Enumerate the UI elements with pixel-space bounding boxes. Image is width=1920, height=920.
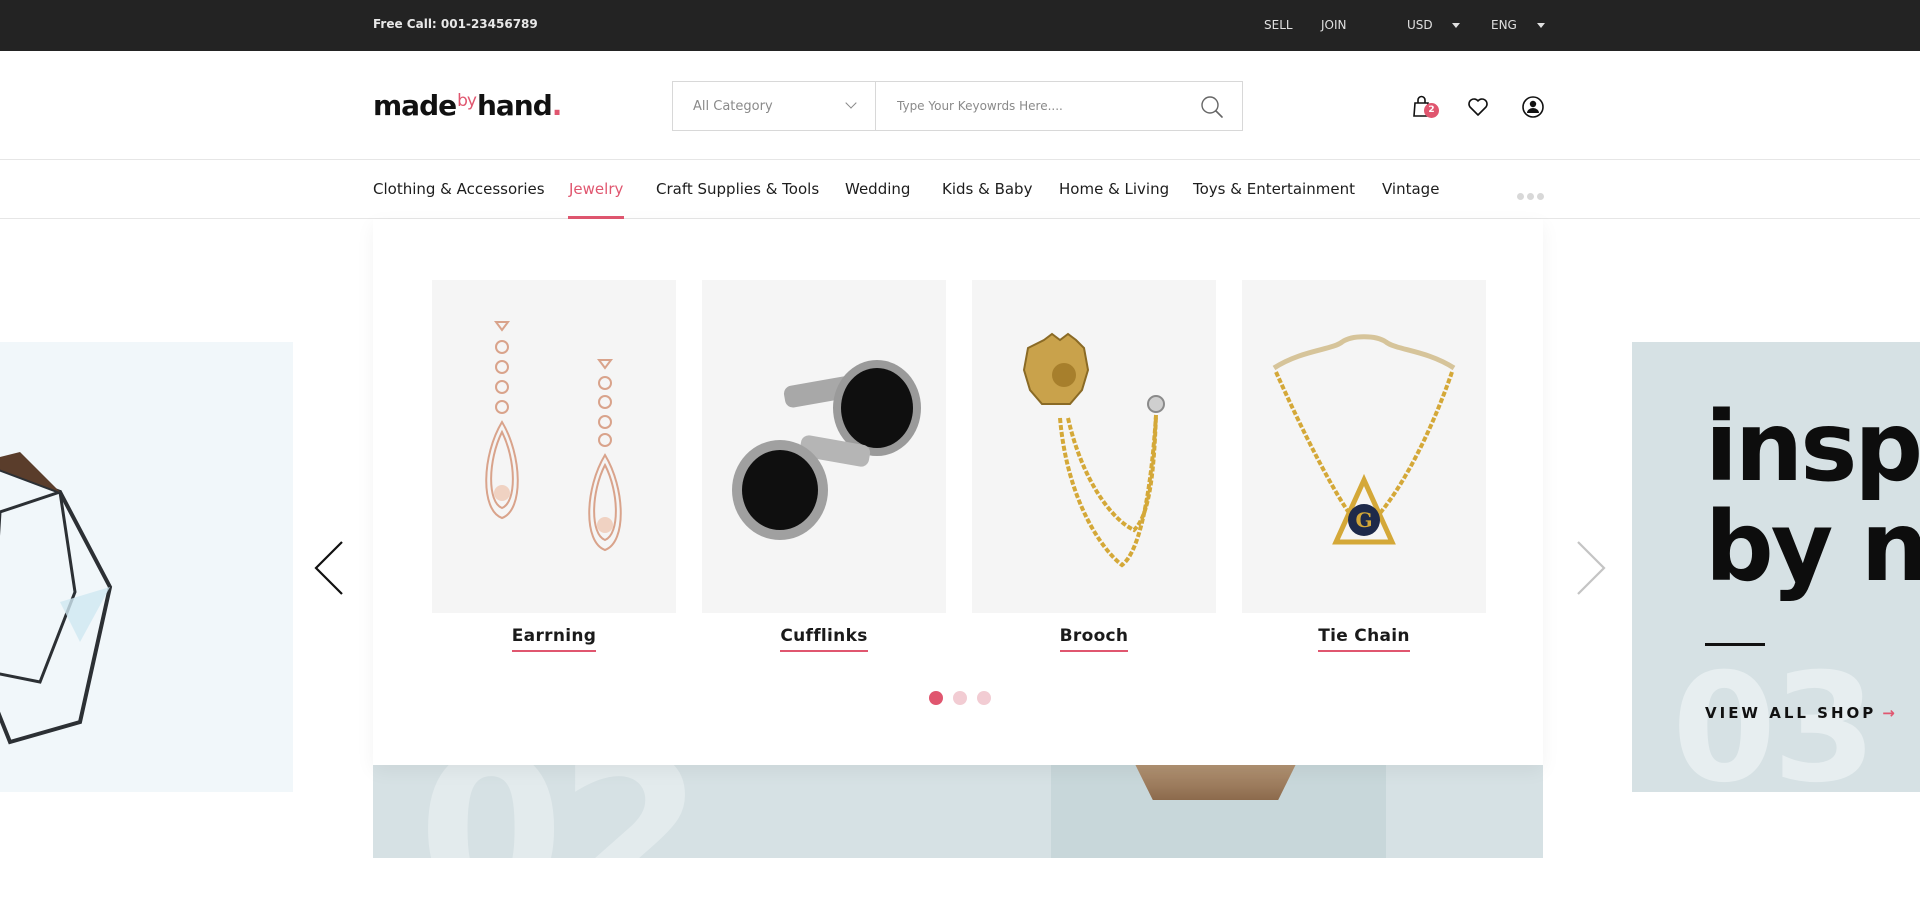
slide-number-02: 02 (418, 760, 704, 858)
category-card-label: Tie Chain (1318, 626, 1410, 652)
category-select[interactable]: All Category (673, 82, 876, 130)
slider-prev-arrow-icon[interactable] (310, 538, 350, 598)
chevron-down-icon (845, 97, 857, 109)
top-bar: Free Call: 001-23456789 SELL JOIN USD EN… (0, 0, 1920, 51)
slider-next-arrow-icon[interactable] (1570, 538, 1610, 598)
heart-icon[interactable] (1466, 95, 1490, 119)
language-selector[interactable]: ENG (1491, 18, 1545, 32)
logo-text-by: by (457, 91, 477, 111)
pager-dot[interactable] (953, 691, 967, 705)
logo-text-hand: hand (476, 89, 553, 122)
nav-item-clothing[interactable]: Clothing & Accessories (373, 180, 545, 198)
category-card-earring[interactable]: Earrning (432, 280, 676, 652)
search-bar: All Category (672, 81, 1243, 131)
view-all-shop-link[interactable]: VIEW ALL SHOP → (1705, 704, 1898, 722)
logo-dot: . (551, 89, 563, 122)
chevron-down-icon (1536, 23, 1545, 28)
terrarium-image (0, 452, 113, 745)
slide-headline-line1: inspi (1705, 391, 1920, 503)
language-label: ENG (1491, 18, 1517, 32)
nav-item-craft-supplies[interactable]: Craft Supplies & Tools (656, 180, 819, 198)
slide-headline: inspi by n (1705, 397, 1920, 597)
jewelry-mega-menu: Earrning Cufflinks Brooch G Tie Chain (373, 219, 1543, 765)
nav-item-wedding[interactable]: Wedding (845, 180, 910, 198)
search-icon[interactable] (1200, 95, 1224, 119)
category-card-label: Earrning (511, 626, 597, 652)
cufflinks-image (702, 280, 946, 613)
search-input[interactable] (877, 82, 1197, 130)
cart-count-badge: 2 (1424, 103, 1439, 118)
free-call-text: Free Call: 001-23456789 (373, 17, 538, 31)
slide-headline-line2: by n (1705, 491, 1920, 603)
main-nav: Clothing & Accessories Jewelry Craft Sup… (0, 161, 1920, 219)
wooden-block-image (1133, 760, 1298, 800)
svg-text:G: G (1355, 508, 1372, 532)
slide-left-image (0, 342, 293, 792)
slide-middle: 02 (373, 760, 1543, 858)
slide-right: 03 inspi by n VIEW ALL SHOP→ (1632, 342, 1920, 792)
nav-item-toys[interactable]: Toys & Entertainment (1193, 180, 1355, 198)
pager-dot[interactable] (929, 691, 943, 705)
nav-item-kids-baby[interactable]: Kids & Baby (942, 180, 1032, 198)
logo-text-made: made (373, 89, 457, 122)
currency-label: USD (1407, 18, 1433, 32)
logo[interactable]: madebyhand. (373, 89, 563, 122)
nav-item-jewelry[interactable]: Jewelry (569, 180, 623, 198)
earring-image (432, 280, 676, 613)
brooch-image (972, 280, 1216, 613)
category-card-tie-chain[interactable]: G Tie Chain (1242, 280, 1486, 652)
category-card-brooch[interactable]: Brooch (972, 280, 1216, 652)
category-card-cufflinks[interactable]: Cufflinks (702, 280, 946, 652)
site-header: madebyhand. All Category 2 (0, 51, 1920, 160)
view-all-shop-label: VIEW ALL SHOP (1705, 704, 1877, 722)
user-icon[interactable] (1521, 95, 1545, 119)
category-card-label: Cufflinks (780, 626, 868, 652)
arrow-right-icon: → (1882, 704, 1898, 722)
more-menu-icon[interactable] (1517, 185, 1547, 204)
nav-item-home-living[interactable]: Home & Living (1059, 180, 1169, 198)
currency-selector[interactable]: USD (1407, 18, 1461, 32)
headline-rule (1705, 643, 1765, 646)
nav-item-vintage[interactable]: Vintage (1382, 180, 1439, 198)
pager-dot[interactable] (977, 691, 991, 705)
tie-chain-image: G (1242, 280, 1486, 613)
chevron-down-icon (1452, 23, 1461, 28)
category-select-label: All Category (693, 99, 773, 114)
category-card-label: Brooch (1059, 626, 1129, 652)
join-link[interactable]: JOIN (1321, 18, 1347, 32)
carousel-pager (929, 690, 1001, 709)
sell-link[interactable]: SELL (1264, 18, 1293, 32)
